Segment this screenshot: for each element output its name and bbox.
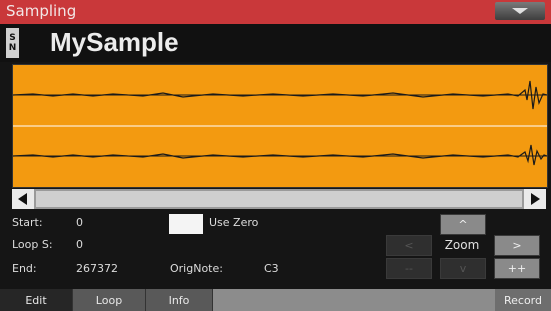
zoom-up-button[interactable]: ^ — [440, 214, 486, 235]
start-label: Start: — [12, 216, 43, 229]
sample-type-badge: S N — [6, 28, 19, 58]
end-value[interactable]: 267372 — [76, 262, 118, 275]
sample-header: S N MySample — [0, 24, 551, 62]
zoom-down-button[interactable]: v — [440, 258, 486, 279]
waveform-display[interactable] — [12, 64, 548, 188]
record-button[interactable]: Record — [495, 289, 551, 311]
tab-edit[interactable]: Edit — [0, 289, 73, 311]
zoom-label: Zoom — [440, 235, 484, 254]
orignote-label: OrigNote: — [170, 262, 223, 275]
orignote-value[interactable]: C3 — [264, 262, 279, 275]
zoom-in-button[interactable]: ++ — [494, 258, 540, 279]
waveform-scrollbar[interactable] — [12, 189, 546, 209]
scroll-right-button[interactable] — [524, 189, 546, 209]
zoom-left-button[interactable]: < — [386, 235, 432, 256]
end-label: End: — [12, 262, 37, 275]
zoom-out-icon: -- — [405, 262, 413, 275]
badge-top-letter: S — [9, 33, 16, 43]
chevron-up-icon: ^ — [458, 218, 468, 231]
chevron-down-icon: v — [459, 262, 467, 275]
scroll-left-button[interactable] — [12, 189, 34, 209]
loop-start-value[interactable]: 0 — [76, 238, 83, 251]
waveform-svg — [13, 80, 547, 166]
chevron-down-icon — [512, 8, 528, 14]
use-zero-checkbox[interactable] — [169, 214, 203, 234]
chevron-left-icon: < — [404, 239, 414, 252]
start-value[interactable]: 0 — [76, 216, 83, 229]
title-bar: Sampling — [0, 0, 551, 24]
tab-loop[interactable]: Loop — [73, 289, 146, 311]
scroll-thumb[interactable] — [36, 191, 522, 207]
tab-bar: Edit Loop Info Record — [0, 289, 551, 311]
window-title: Sampling — [6, 2, 77, 20]
zoom-label-text: Zoom — [444, 237, 480, 252]
page-menu-button[interactable] — [495, 2, 545, 20]
right-channel-waveform — [13, 144, 547, 166]
zoom-out-button[interactable]: -- — [386, 258, 432, 279]
zoom-right-button[interactable]: > — [494, 235, 540, 256]
sample-name[interactable]: MySample — [50, 27, 179, 58]
zoom-in-icon: ++ — [507, 262, 527, 275]
badge-bottom-letter: N — [8, 43, 17, 53]
loop-start-label: Loop S: — [12, 238, 53, 251]
use-zero-label: Use Zero — [209, 216, 259, 229]
tab-info[interactable]: Info — [146, 289, 213, 311]
chevron-right-icon: > — [512, 239, 522, 252]
